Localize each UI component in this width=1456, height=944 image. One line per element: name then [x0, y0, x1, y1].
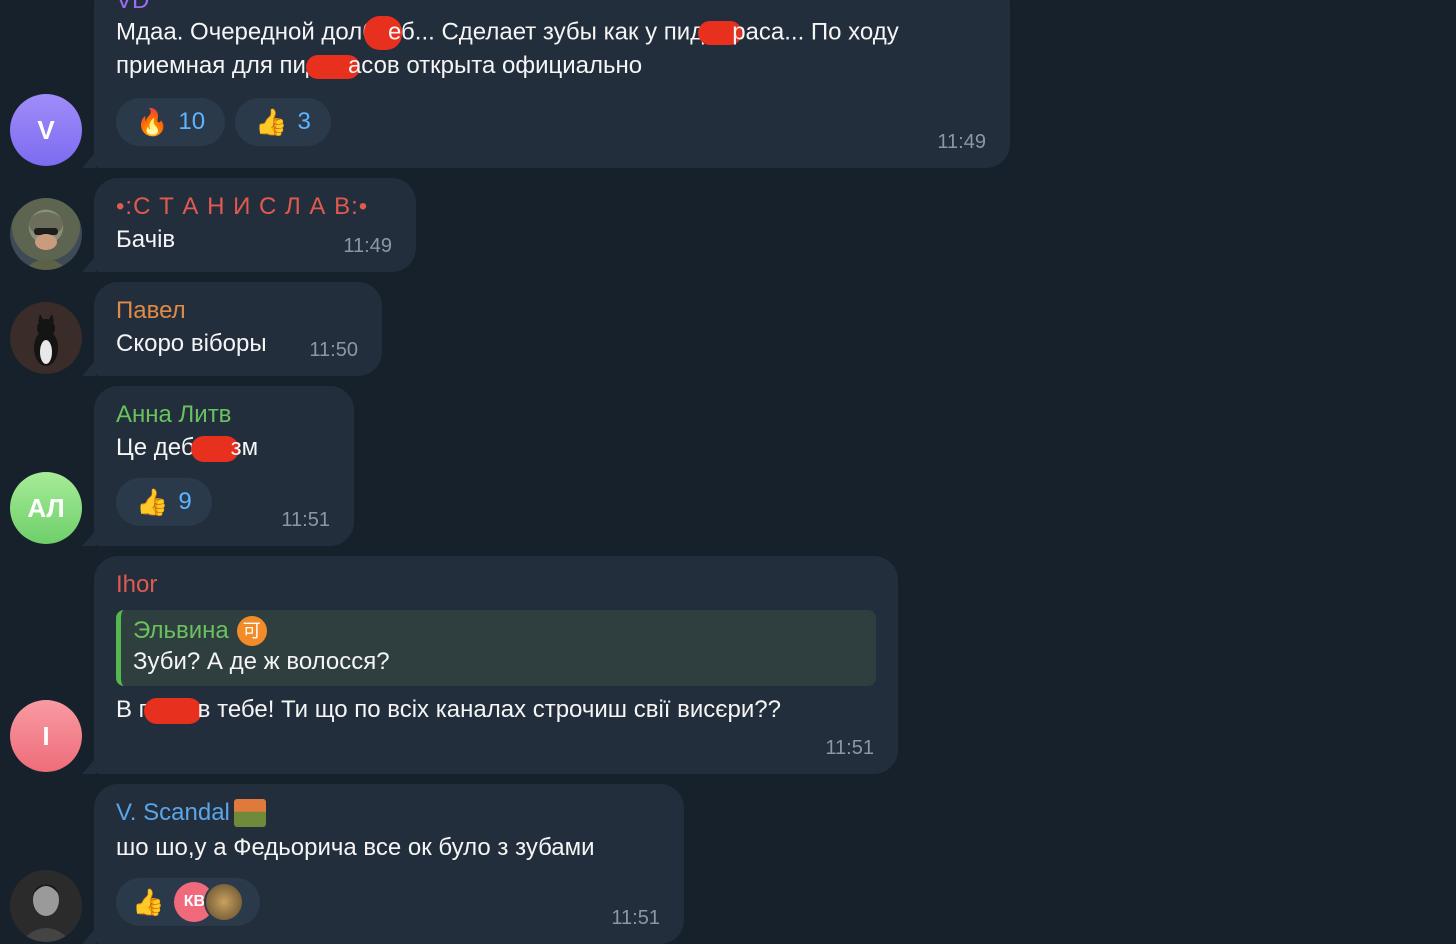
badge-icon: 可 [236, 616, 267, 646]
message-time: 11:51 [281, 509, 330, 531]
avatar-soldier[interactable] [10, 198, 82, 270]
avatar[interactable]: V [10, 94, 82, 166]
sender-name[interactable]: VD [116, 0, 988, 16]
message-bubble[interactable]: VD Мдаа. Очередной долб еб... Сделает зуб… [94, 0, 1010, 168]
reaction-fire[interactable]: 🔥 10 [116, 98, 226, 146]
message-bubble[interactable]: Павел Скоро віборы 11:50 [94, 282, 382, 376]
soldier-photo-icon [24, 212, 68, 270]
reaction-thumbs-up[interactable]: 👍 3 [235, 98, 331, 146]
reaction-count: 10 [178, 108, 206, 135]
reaction-thumbs-up[interactable]: 👍 КВ [116, 878, 261, 926]
message-time: 11:49 [937, 131, 986, 153]
message-text: Мдаа. Очередной долб еб... Сделает зубы к… [116, 16, 988, 82]
sender-name[interactable]: Анна Литв [116, 400, 332, 430]
reaction-count: 9 [178, 488, 192, 515]
reaction-thumbs-up[interactable]: 👍 9 [116, 478, 212, 526]
avatar-portrait[interactable] [10, 870, 82, 942]
message-bubble[interactable]: V. Scandal шо шо,у а Федьорича все ок бу… [94, 784, 684, 944]
sender-name[interactable]: •:С Т А Н И С Л А В:• [116, 192, 394, 222]
avatar[interactable]: АЛ [10, 472, 82, 544]
message-bubble[interactable]: •:С Т А Н И С Л А В:• Бачів 11:49 [94, 178, 416, 272]
fire-icon: 🔥 [136, 107, 169, 137]
thumbs-up-icon: 👍 [255, 107, 288, 137]
sender-name[interactable]: Павел [116, 296, 360, 326]
cat-photo-icon [10, 302, 82, 374]
landscape-emoji-icon [233, 799, 266, 827]
reactions-bar: 🔥 10 👍 3 [116, 98, 988, 146]
quote-text: Зуби? А де ж волосся? [133, 648, 390, 675]
message-time: 11:51 [825, 737, 874, 759]
reaction-count: 3 [297, 108, 311, 135]
quote-sender: Эльвина 可 [133, 616, 862, 646]
thumbs-up-icon: 👍 [132, 887, 165, 917]
redaction-mark [143, 697, 202, 724]
avatar[interactable]: I [10, 700, 82, 772]
message-bubble[interactable]: Ihor Эльвина 可 Зуби? А де ж волосся? В п… [94, 556, 898, 774]
message-text: шо шо,у а Федьорича все ок було з зубами [116, 834, 595, 861]
avatar-cat[interactable] [10, 302, 82, 374]
reactions-bar: 👍 КВ [116, 878, 662, 926]
message-text: Це деб зм [116, 434, 259, 462]
thumbs-up-icon: 👍 [136, 487, 169, 517]
reactor-avatar-photo [204, 882, 245, 922]
message-time: 11:49 [343, 235, 392, 257]
message-bubble[interactable]: Анна Литв Це деб зм 👍 9 11:51 [94, 386, 354, 546]
sender-name[interactable]: V. Scandal [116, 798, 662, 828]
portrait-photo-icon [10, 870, 82, 942]
message-time: 11:51 [611, 907, 660, 929]
message-time: 11:50 [309, 339, 358, 361]
reply-quote[interactable]: Эльвина 可 Зуби? А де ж волосся? [116, 610, 876, 686]
sender-name[interactable]: Ihor [116, 570, 876, 600]
message-text: В пв тебе! Ти що по всіх каналах строчиш… [116, 696, 781, 724]
reactor-avatars: КВ [174, 882, 245, 922]
